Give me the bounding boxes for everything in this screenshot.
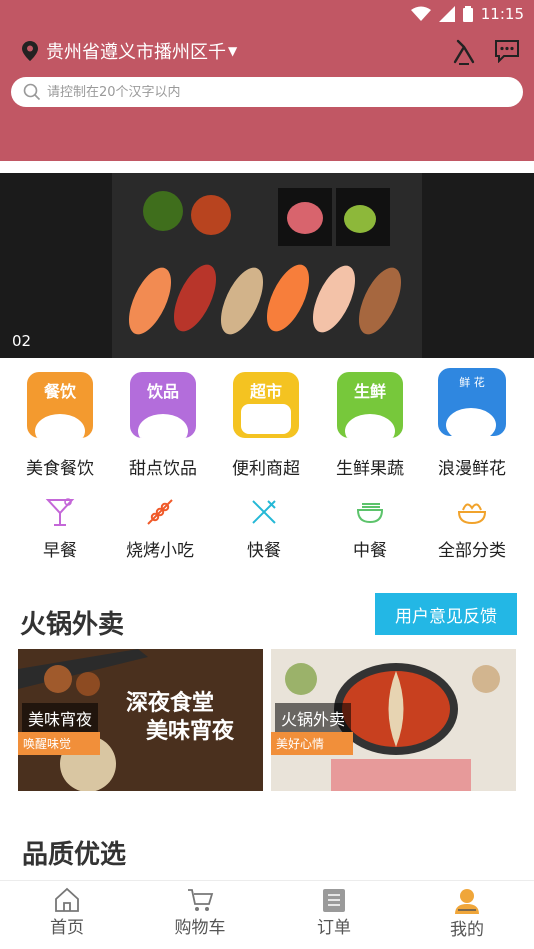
tile-title: 超市: [249, 382, 282, 401]
subcategory-chinese[interactable]: 中餐: [318, 496, 422, 561]
promo-tag: 唤醒味觉: [18, 732, 100, 755]
tab-orders[interactable]: 订单: [294, 887, 374, 938]
search-input[interactable]: [47, 84, 487, 100]
category-label: 便利商超: [232, 459, 300, 479]
chat-icon: [495, 40, 519, 64]
fork-knife-icon: [252, 500, 276, 524]
category-label: 浪漫鲜花: [438, 459, 506, 479]
supermarket-tile-icon: 超市: [233, 372, 299, 438]
promo-title: 美味宵夜: [22, 703, 99, 733]
banner-carousel[interactable]: 02: [0, 173, 534, 358]
cart-icon: [188, 889, 214, 911]
subcategory-label: 快餐: [247, 541, 281, 561]
drink-tile-icon: 饮品: [130, 372, 196, 438]
section-title: 火锅外卖: [20, 610, 125, 640]
status-bar: 11:15: [0, 0, 534, 30]
promo-banner-text: 美味宵夜: [146, 718, 235, 744]
wifi-icon: [410, 6, 431, 21]
category-label: 美食餐饮: [26, 459, 94, 479]
noodle-bowl-icon: [457, 503, 487, 525]
subcategory-label: 早餐: [43, 541, 77, 561]
category-drinks[interactable]: 饮品 甜点饮品: [111, 372, 215, 479]
tile-title: 餐饮: [43, 382, 76, 401]
subcategory-breakfast[interactable]: 早餐: [8, 496, 112, 561]
category-supermarket[interactable]: 超市 便利商超: [214, 372, 318, 479]
promo-title: 火锅外卖: [275, 703, 352, 733]
tab-mine[interactable]: 我的: [427, 887, 507, 940]
location-pin-icon: [22, 41, 38, 61]
bottom-tab-bar: 首页 购物车 订单 我的: [0, 880, 534, 949]
category-food[interactable]: 餐饮 美食餐饮: [8, 372, 112, 479]
home-icon: [55, 887, 79, 912]
promo-card-night-snack[interactable]: 深夜食堂 美味宵夜 美味宵夜 唤醒味觉: [18, 649, 263, 791]
category-label: 甜点饮品: [129, 459, 197, 479]
tab-label: 我的: [450, 920, 484, 940]
order-icon: [323, 889, 345, 912]
subcategory-all[interactable]: 全部分类: [420, 496, 524, 561]
battery-icon: [462, 6, 473, 22]
category-flowers[interactable]: 鲜 花 浪漫鲜花: [420, 368, 524, 479]
tile-title: 饮品: [146, 382, 179, 401]
promo-tag: 美好心情: [271, 732, 353, 755]
feedback-button[interactable]: 用户意见反馈: [375, 593, 517, 635]
scan-icon: [453, 39, 475, 65]
fresh-tile-icon: 生鲜: [337, 372, 403, 438]
search-icon: [23, 83, 41, 101]
promo-card-hotpot[interactable]: 火锅外卖 美好心情: [271, 649, 516, 791]
skewer-icon: [147, 499, 173, 525]
tab-cart[interactable]: 购物车: [160, 887, 240, 938]
category-label: 生鲜果蔬: [336, 459, 404, 479]
chevron-down-icon: ▼: [228, 44, 238, 58]
signal-icon: [438, 6, 455, 22]
sushi-banner-image: [0, 173, 534, 358]
subcategory-bbq[interactable]: 烧烤小吃: [108, 496, 212, 561]
tab-home[interactable]: 首页: [27, 887, 107, 938]
location-text: 贵州省遵义市播州区千: [46, 42, 226, 63]
category-fresh[interactable]: 生鲜 生鲜果蔬: [318, 372, 422, 479]
top-header: 11:15 贵州省遵义市播州区千 ▼: [0, 0, 534, 161]
subcategory-label: 全部分类: [438, 541, 506, 561]
tile-title: 生鲜: [353, 382, 386, 401]
section-title-quality: 品质优选: [22, 840, 127, 870]
location-selector[interactable]: 贵州省遵义市播州区千 ▼: [22, 38, 237, 64]
subcategory-label: 烧烤小吃: [126, 541, 194, 561]
search-bar[interactable]: [11, 77, 523, 107]
message-button[interactable]: [494, 39, 520, 64]
tab-label: 购物车: [174, 918, 226, 938]
tab-label: 订单: [317, 918, 351, 938]
user-icon: [455, 889, 479, 914]
banner-index: 02: [12, 332, 32, 350]
scan-button[interactable]: [452, 38, 476, 66]
tab-label: 首页: [50, 918, 84, 938]
food-tile-icon: 餐饮: [27, 372, 93, 438]
cocktail-icon: [45, 498, 75, 526]
bowl-icon: [356, 503, 384, 524]
tile-title: 鲜 花: [459, 376, 485, 389]
subcategory-label: 中餐: [353, 541, 387, 561]
flower-tile-icon: 鲜 花: [438, 368, 506, 436]
status-time: 11:15: [480, 5, 524, 23]
subcategory-fastfood[interactable]: 快餐: [212, 496, 316, 561]
